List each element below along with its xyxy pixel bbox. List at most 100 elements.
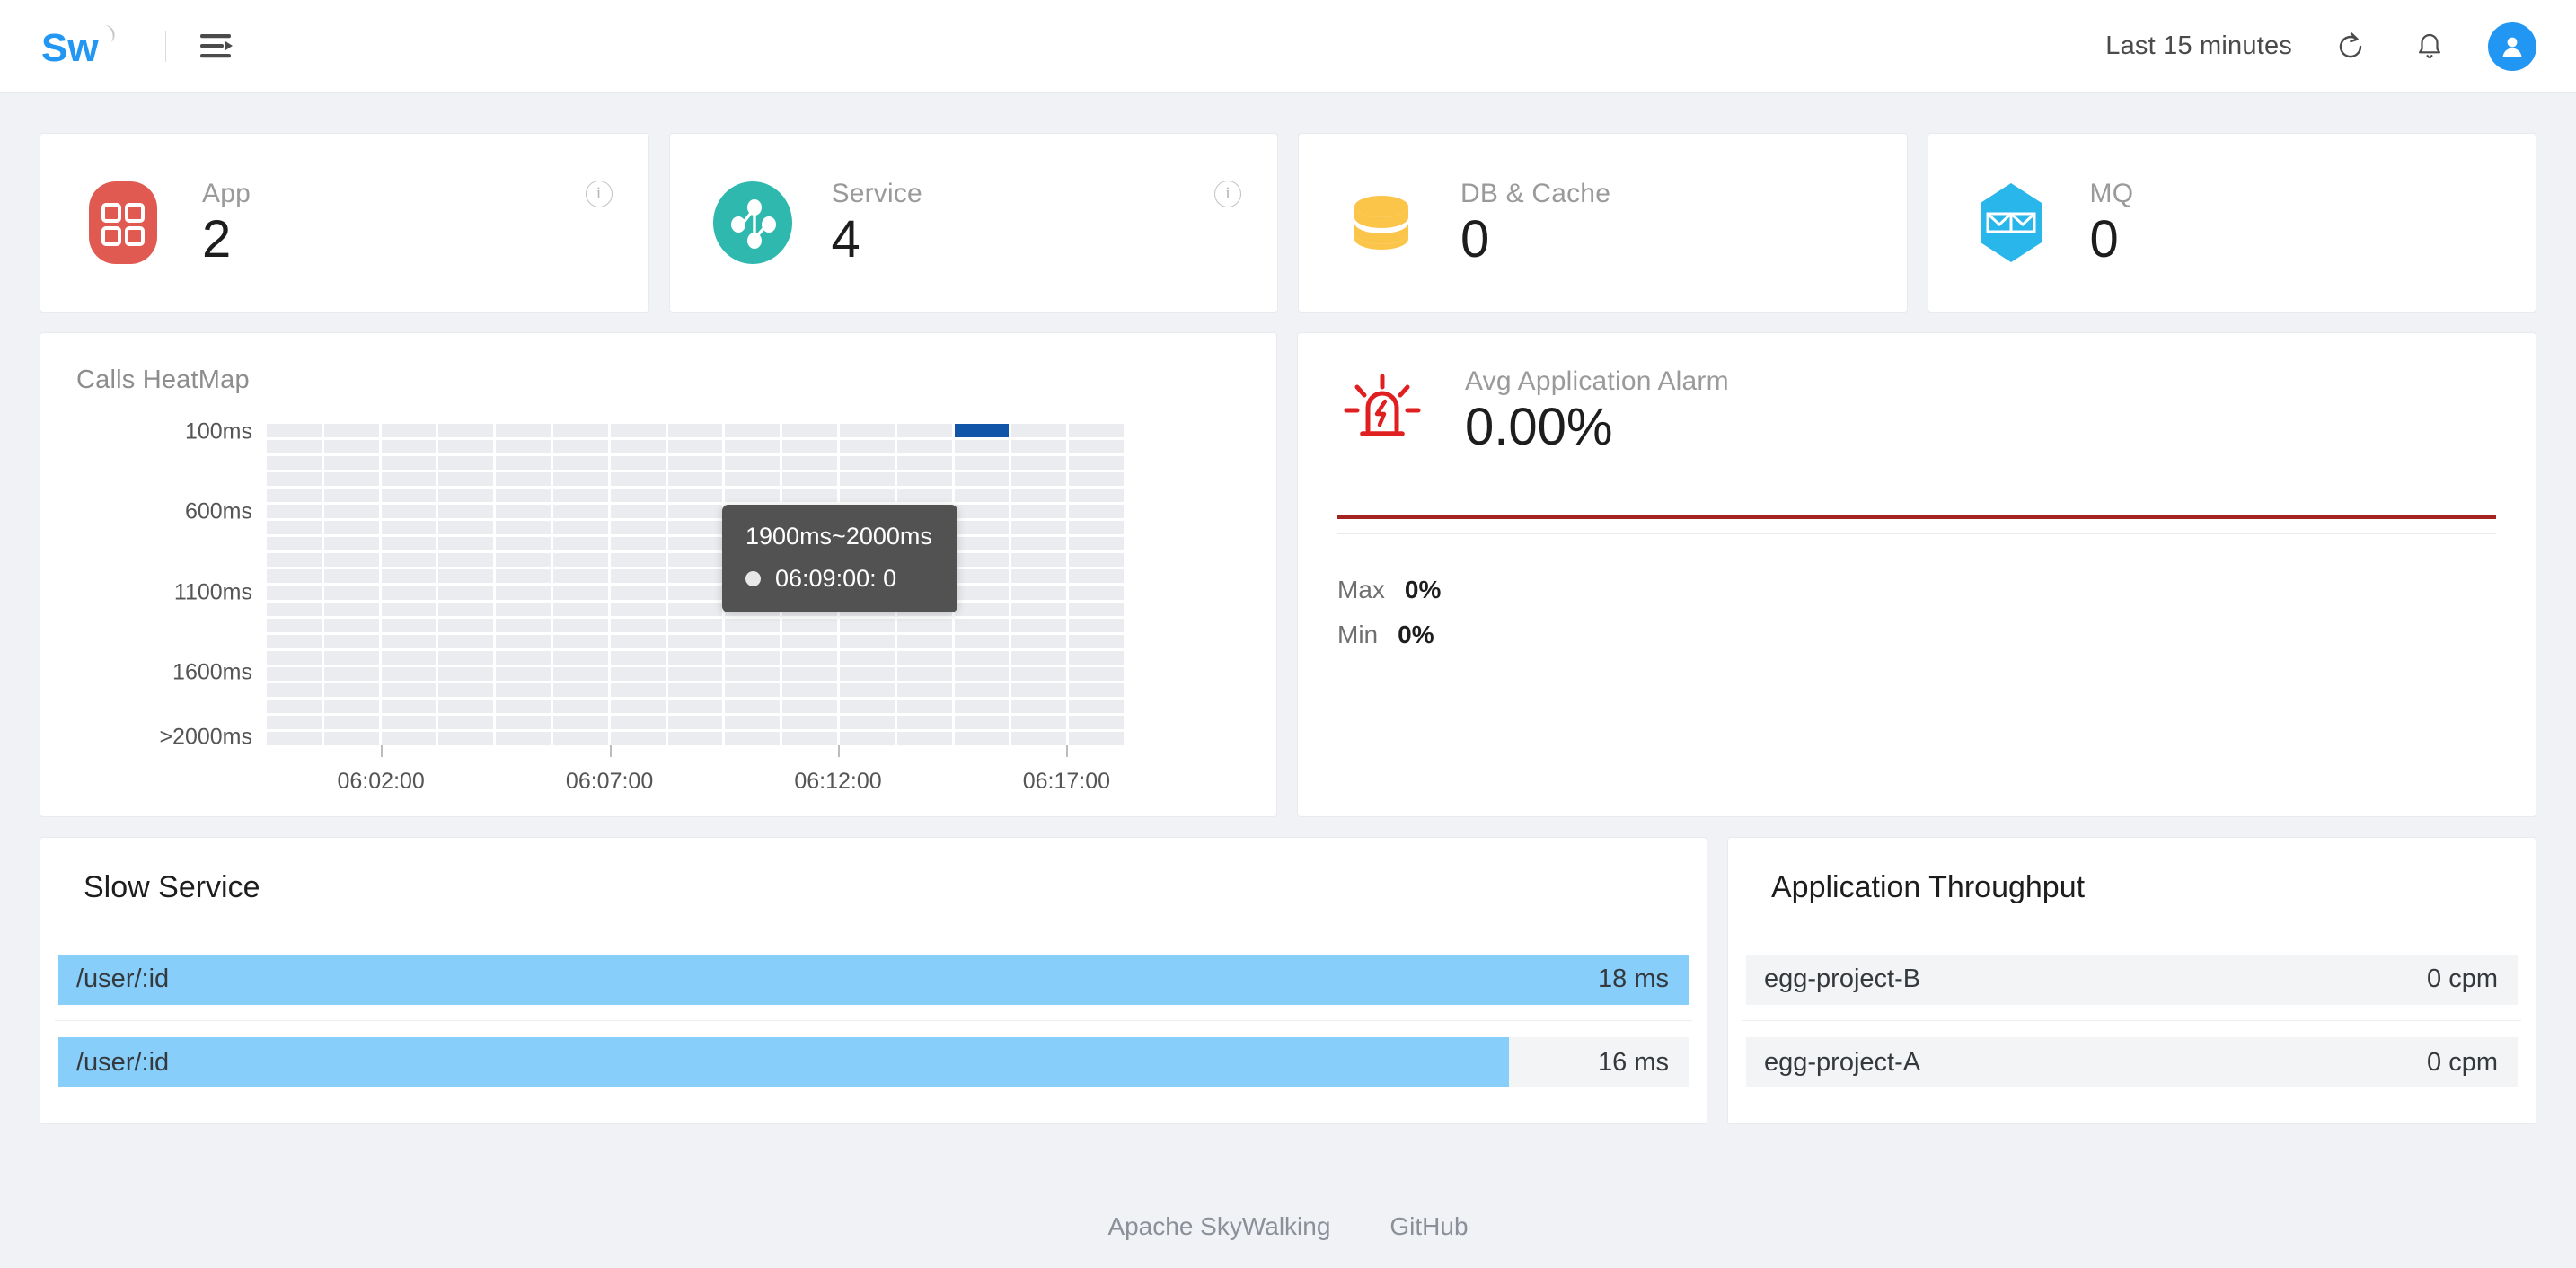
stat-card-app[interactable]: App 2 i bbox=[40, 133, 649, 313]
time-range-selector[interactable]: Last 15 minutes bbox=[2105, 31, 2292, 61]
heatmap-cell[interactable] bbox=[725, 440, 781, 454]
heatmap-cell[interactable] bbox=[839, 666, 895, 681]
heatmap-cell[interactable] bbox=[438, 699, 494, 713]
heatmap-cell[interactable] bbox=[725, 715, 781, 729]
heatmap-cell[interactable] bbox=[610, 569, 666, 584]
heatmap-cell[interactable] bbox=[667, 472, 723, 487]
heatmap-cell[interactable] bbox=[552, 472, 608, 487]
heatmap-cell[interactable] bbox=[323, 553, 379, 568]
heatmap-cell[interactable] bbox=[496, 424, 551, 438]
heatmap-cell[interactable] bbox=[267, 618, 322, 632]
heatmap-cell[interactable] bbox=[782, 634, 837, 648]
heatmap-cell[interactable] bbox=[552, 715, 608, 729]
heatmap-cell[interactable] bbox=[610, 602, 666, 616]
heatmap-cell[interactable] bbox=[323, 489, 379, 503]
heatmap-cell[interactable] bbox=[381, 569, 437, 584]
heatmap-cell[interactable] bbox=[839, 699, 895, 713]
heatmap-cell[interactable] bbox=[954, 586, 1010, 600]
heatmap-cell[interactable] bbox=[954, 537, 1010, 551]
heatmap-cell[interactable] bbox=[496, 731, 551, 745]
heatmap-cell[interactable] bbox=[954, 618, 1010, 632]
stat-card-service[interactable]: Service 4 i bbox=[668, 133, 1278, 313]
heatmap-cell[interactable] bbox=[1011, 682, 1067, 697]
heatmap-cell[interactable] bbox=[267, 650, 322, 665]
heatmap-cell[interactable] bbox=[267, 537, 322, 551]
heatmap-cell[interactable] bbox=[839, 634, 895, 648]
heatmap-cell[interactable] bbox=[323, 505, 379, 519]
heatmap-cell[interactable] bbox=[267, 521, 322, 535]
heatmap-cell[interactable] bbox=[1011, 569, 1067, 584]
heatmap-cell[interactable] bbox=[496, 682, 551, 697]
heatmap-cell[interactable] bbox=[896, 731, 952, 745]
heatmap-cell[interactable] bbox=[896, 618, 952, 632]
heatmap-cell[interactable] bbox=[1011, 634, 1067, 648]
heatmap-cell[interactable] bbox=[323, 699, 379, 713]
heatmap-cell[interactable] bbox=[610, 489, 666, 503]
heatmap-cell[interactable] bbox=[896, 699, 952, 713]
info-icon[interactable]: i bbox=[585, 181, 613, 207]
footer-link-github[interactable]: GitHub bbox=[1389, 1212, 1468, 1241]
heatmap-cell[interactable] bbox=[954, 650, 1010, 665]
heatmap-cell[interactable] bbox=[954, 456, 1010, 471]
heatmap-cell[interactable] bbox=[496, 618, 551, 632]
heatmap-cell[interactable] bbox=[667, 586, 723, 600]
heatmap-cell[interactable] bbox=[496, 472, 551, 487]
heatmap-cell[interactable] bbox=[496, 586, 551, 600]
heatmap-cell[interactable] bbox=[323, 618, 379, 632]
stat-card-db-cache[interactable]: DB & Cache 0 bbox=[1298, 133, 1908, 313]
heatmap-cell[interactable] bbox=[381, 731, 437, 745]
heatmap-cell[interactable] bbox=[267, 715, 322, 729]
heatmap-cell[interactable] bbox=[267, 602, 322, 616]
heatmap-cell[interactable] bbox=[896, 472, 952, 487]
heatmap-cell[interactable] bbox=[323, 682, 379, 697]
heatmap-cell[interactable] bbox=[323, 521, 379, 535]
heatmap-cell[interactable] bbox=[782, 618, 837, 632]
heatmap-cell[interactable] bbox=[267, 634, 322, 648]
sidebar-toggle-button[interactable] bbox=[197, 26, 238, 67]
heatmap-cell[interactable] bbox=[496, 456, 551, 471]
heatmap-cell[interactable] bbox=[381, 715, 437, 729]
heatmap-cell[interactable] bbox=[267, 586, 322, 600]
heatmap-cell[interactable] bbox=[667, 699, 723, 713]
heatmap-cell[interactable] bbox=[438, 602, 494, 616]
heatmap-cell[interactable] bbox=[552, 424, 608, 438]
heatmap-cell[interactable] bbox=[896, 682, 952, 697]
heatmap-cell[interactable] bbox=[381, 602, 437, 616]
heatmap-cell[interactable] bbox=[610, 456, 666, 471]
heatmap-cell[interactable] bbox=[323, 586, 379, 600]
avatar[interactable] bbox=[2488, 22, 2536, 71]
heatmap-cell[interactable] bbox=[1011, 699, 1067, 713]
heatmap-cell[interactable] bbox=[1069, 699, 1124, 713]
heatmap-cell[interactable] bbox=[381, 489, 437, 503]
heatmap-cell[interactable] bbox=[1011, 618, 1067, 632]
heatmap-cell[interactable] bbox=[1069, 521, 1124, 535]
heatmap-cell[interactable] bbox=[496, 537, 551, 551]
heatmap-cell[interactable] bbox=[954, 553, 1010, 568]
heatmap-cell[interactable] bbox=[610, 715, 666, 729]
heatmap-cell[interactable] bbox=[381, 634, 437, 648]
heatmap-cell[interactable] bbox=[667, 666, 723, 681]
heatmap-cell[interactable] bbox=[954, 440, 1010, 454]
heatmap-cell[interactable] bbox=[839, 424, 895, 438]
heatmap-cell[interactable] bbox=[496, 666, 551, 681]
heatmap-cell[interactable] bbox=[610, 634, 666, 648]
heatmap-cell[interactable] bbox=[552, 731, 608, 745]
heatmap-cell[interactable] bbox=[725, 618, 781, 632]
heatmap-cell[interactable] bbox=[725, 650, 781, 665]
list-item[interactable]: egg-project-A 0 cpm bbox=[1742, 1021, 2521, 1104]
heatmap-cell[interactable] bbox=[839, 456, 895, 471]
heatmap-cell[interactable] bbox=[667, 650, 723, 665]
heatmap-cell[interactable] bbox=[954, 699, 1010, 713]
heatmap-cell[interactable] bbox=[667, 456, 723, 471]
heatmap-cell[interactable] bbox=[667, 424, 723, 438]
heatmap-cell[interactable] bbox=[1011, 602, 1067, 616]
heatmap-cell[interactable] bbox=[782, 666, 837, 681]
heatmap-cell[interactable] bbox=[552, 699, 608, 713]
heatmap-cell[interactable] bbox=[954, 715, 1010, 729]
heatmap-cell[interactable] bbox=[552, 569, 608, 584]
heatmap-cell[interactable] bbox=[1011, 650, 1067, 665]
heatmap-cell[interactable] bbox=[381, 553, 437, 568]
heatmap-cell[interactable] bbox=[839, 682, 895, 697]
heatmap-cell[interactable] bbox=[496, 521, 551, 535]
heatmap-cell[interactable] bbox=[552, 440, 608, 454]
